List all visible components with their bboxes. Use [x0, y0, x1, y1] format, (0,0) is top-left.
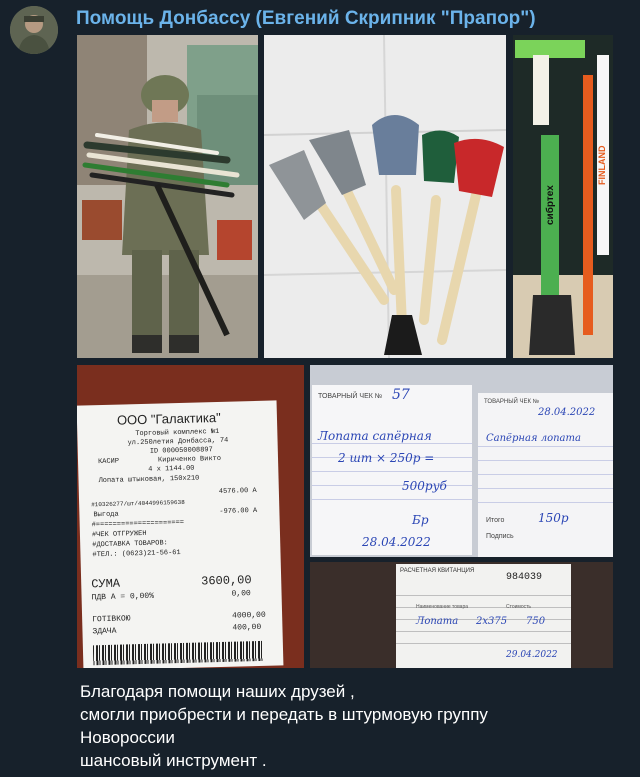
- photo-receipt-galaktika[interactable]: ООО "Галактика" Торговый комплекс №1 ул.…: [77, 365, 304, 668]
- receipt-item-total: 4576.00 A: [218, 486, 257, 496]
- receipt-right-header: ТОВАРНЫЙ ЧЕК №: [484, 399, 540, 405]
- receipt-left-date: 28.04.2022: [362, 535, 431, 549]
- receipt-store-name: ООО "Галактика": [116, 409, 221, 428]
- message-line: Благодаря помощи наших друзей ,: [80, 682, 355, 701]
- receipt-cash-label: ГОТІВКОЮ: [92, 614, 131, 625]
- receipt-cashier: Кириченко Викто: [157, 454, 222, 465]
- photo-store[interactable]: сибртех FINLAND: [513, 35, 613, 358]
- store-brand-sibrtech: сибртех: [544, 185, 556, 225]
- receipt-code: #10326277/шт/4044996159638: [91, 498, 185, 509]
- message-line: Новороссии: [80, 728, 175, 747]
- receipt-cashier-label: КАСИР: [97, 457, 120, 467]
- store-brand-finland: FINLAND: [597, 145, 607, 185]
- receipt-benefit: -976.00 A: [219, 506, 258, 516]
- receipt-separator: #=====================: [91, 518, 185, 530]
- quittance-date: 29.04.2022: [506, 650, 558, 660]
- receipt-change-label: ЗДАЧА: [92, 626, 117, 637]
- quittance-col2: Стоимость: [506, 604, 532, 610]
- receipt-item: Лопата штыковая, 150х210: [98, 474, 200, 486]
- photo-soldier[interactable]: [77, 35, 258, 358]
- receipt-left-item: Лопата сапёрная: [318, 429, 432, 443]
- quittance-item: Лопата: [416, 616, 459, 627]
- receipt-right-total: 150р: [538, 511, 569, 525]
- message-line: смогли приобрести и передать в штурмовую…: [80, 705, 488, 724]
- receipt-left-calc: 2 шт × 250р =: [338, 451, 435, 465]
- receipt-left-sign: Бр: [412, 513, 429, 527]
- receipt-sum-label: СУМА: [91, 576, 121, 592]
- receipt-qty: 4 x 1144.00: [148, 464, 195, 474]
- receipt-right-total-label: Итого: [486, 517, 505, 524]
- receipt-right: ТОВАРНЫЙ ЧЕК № 28.04.2022 Сапёрная лопат…: [478, 393, 613, 557]
- receipt-check-status: #ЧЕК ОТГРУЖЕН: [91, 529, 147, 540]
- receipt-paper: ООО "Галактика" Торговый комплекс №1 ул.…: [77, 400, 284, 668]
- receipt-change: 400,00: [232, 622, 262, 633]
- receipt-right-date: 28.04.2022: [538, 407, 596, 418]
- quittance-paper: РАСЧЕТНАЯ КВИТАНЦИЯ 984039 Наименование …: [396, 564, 571, 668]
- receipt-barcode: [92, 640, 264, 666]
- quittance-col1: Наименование товара: [416, 604, 469, 610]
- quittance-number: 984039: [506, 572, 543, 583]
- message-text: Благодаря помощи наших друзей , смогли п…: [80, 680, 620, 772]
- receipt-left-number: 57: [392, 387, 410, 403]
- quittance-header: РАСЧЕТНАЯ КВИТАНЦИЯ: [400, 568, 475, 574]
- receipt-left: ТОВАРНЫЙ ЧЕК № 57 Лопата сапёрная 2 шт ×…: [312, 385, 472, 555]
- channel-title[interactable]: Помощь Донбассу (Евгений Скрипник "Прапо…: [76, 8, 536, 30]
- receipt-right-sign-label: Подпись: [486, 533, 514, 540]
- receipt-sum: 3600,00: [201, 573, 252, 589]
- receipt-right-item: Сапёрная лопата: [486, 433, 581, 444]
- receipt-benefit-label: Выгода: [93, 510, 119, 520]
- message-line: шансовый инструмент .: [80, 751, 267, 770]
- photo-shovels[interactable]: [264, 35, 506, 358]
- quittance-calc: 2х375: [476, 616, 508, 627]
- receipt-delivery: #ДОСТАВКА ТОВАРОВ:: [92, 539, 168, 550]
- receipt-vat: 0,00: [231, 589, 251, 599]
- receipt-line: ул.250летия Донбасса, 74: [127, 436, 229, 448]
- quittance-total: 750: [526, 616, 546, 627]
- receipt-line: ID 000050008897: [149, 446, 213, 456]
- receipt-phone: #ТЕЛ.: (0623)21-56-61: [92, 548, 181, 560]
- receipt-cash: 4000,00: [232, 610, 266, 621]
- channel-avatar[interactable]: [10, 6, 58, 54]
- receipt-left-header: ТОВАРНЫЙ ЧЕК №: [318, 393, 383, 400]
- receipt-left-total: 500руб: [402, 479, 447, 493]
- photo-handwritten-receipts[interactable]: ТОВАРНЫЙ ЧЕК № 57 Лопата сапёрная 2 шт ×…: [310, 365, 613, 557]
- receipt-vat-label: ПДВ А = 0,00%: [91, 591, 155, 603]
- photo-quittance[interactable]: РАСЧЕТНАЯ КВИТАНЦИЯ 984039 Наименование …: [310, 562, 613, 668]
